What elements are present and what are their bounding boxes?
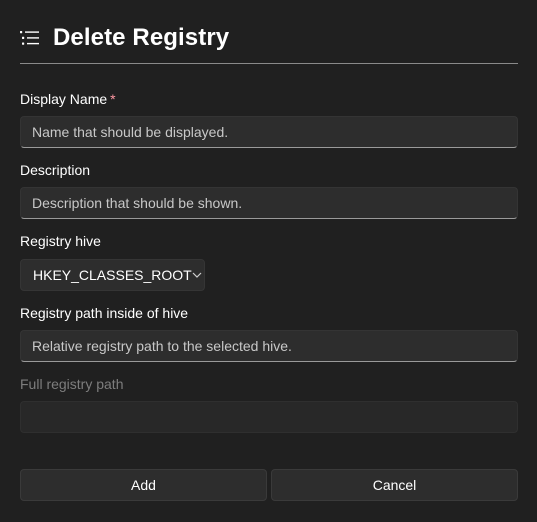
cancel-button[interactable]: Cancel [271, 469, 518, 501]
dialog-title: Delete Registry [53, 24, 230, 51]
list-icon [20, 30, 40, 46]
registry-hive-value: HKEY_CLASSES_ROOT [33, 267, 192, 283]
chevron-down-icon [192, 270, 202, 280]
display-name-label-text: Display Name [20, 91, 108, 107]
full-path-field [20, 401, 518, 433]
registry-hive-select[interactable]: HKEY_CLASSES_ROOT [20, 259, 205, 291]
display-name-input[interactable]: Name that should be displayed. [20, 116, 518, 148]
registry-path-label: Registry path inside of hive [20, 305, 189, 321]
registry-path-input[interactable]: Relative registry path to the selected h… [20, 330, 518, 362]
add-button[interactable]: Add [20, 469, 267, 501]
description-placeholder: Description that should be shown. [32, 195, 243, 211]
dialog-header: Delete Registry [20, 22, 229, 54]
display-name-label: Display Name * [20, 91, 116, 107]
description-input[interactable]: Description that should be shown. [20, 187, 518, 219]
registry-path-placeholder: Relative registry path to the selected h… [32, 338, 292, 354]
header-divider [20, 63, 518, 64]
description-label: Description [20, 162, 91, 178]
display-name-placeholder: Name that should be displayed. [32, 124, 229, 140]
full-path-label: Full registry path [20, 376, 124, 392]
registry-hive-label: Registry hive [20, 233, 101, 249]
required-marker: * [110, 91, 116, 107]
